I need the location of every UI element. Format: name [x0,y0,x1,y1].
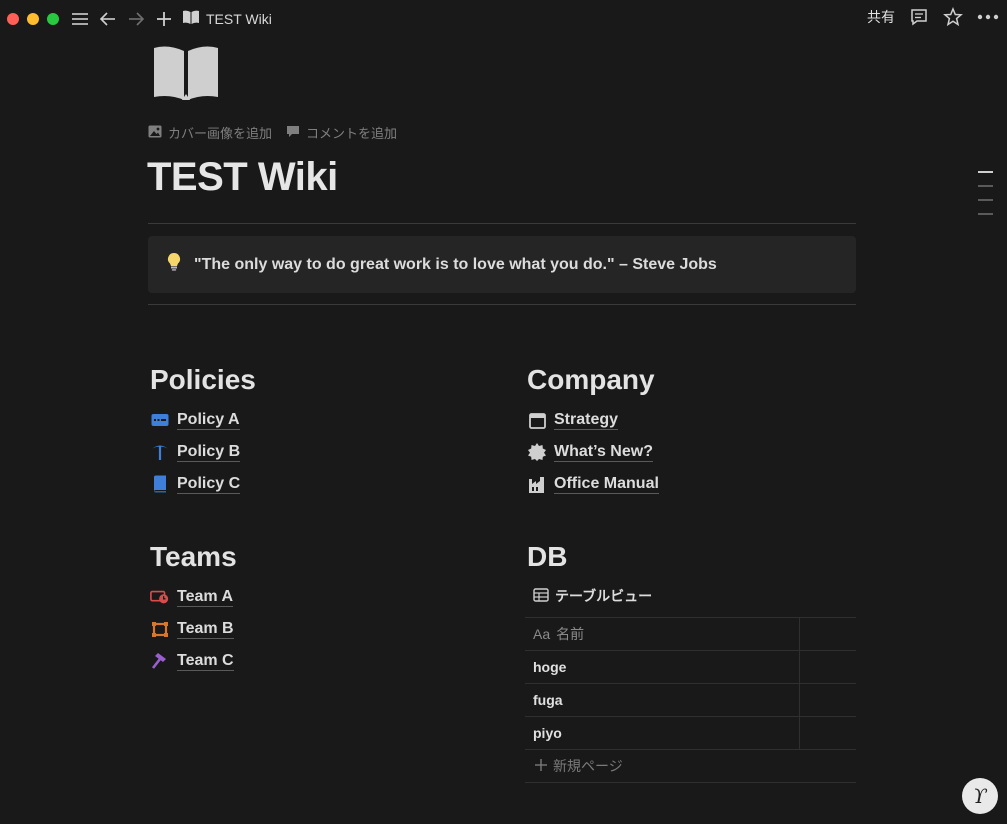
team-c-label: Team C [177,652,234,671]
table-row[interactable]: piyo [525,716,856,749]
link-team-b[interactable]: Team B [150,613,237,645]
toc-line[interactable] [978,185,993,187]
comment-bubble-icon [286,125,300,141]
add-cover-button[interactable]: カバー画像を追加 [148,123,272,142]
text-type-icon: Aa [533,626,551,642]
back-arrow-icon[interactable] [94,8,122,30]
link-whats-new[interactable]: What’s New? [527,436,659,468]
teams-heading: Teams [150,541,237,572]
forward-arrow-icon[interactable] [122,8,150,30]
toolbar-right: 共有 [867,7,999,27]
minimize-window-button[interactable] [27,13,39,25]
factory-icon [527,474,547,494]
badge-icon [527,442,547,462]
strategy-label: Strategy [554,411,619,430]
table-icon [533,587,549,605]
help-button[interactable]: ϒ [962,778,998,814]
office-manual-label: Office Manual [554,475,659,494]
new-page-row-button[interactable]: 新規ページ [525,749,856,783]
policy-c-label: Policy C [177,475,241,494]
hammer-icon [150,651,170,671]
toc-line[interactable] [978,213,993,215]
palm-tree-icon [150,442,170,462]
lightbulb-icon [166,252,182,277]
share-button[interactable]: 共有 [867,7,895,27]
zoom-window-button[interactable] [47,13,59,25]
add-comment-button[interactable]: コメントを追加 [286,123,397,142]
db-view-tab[interactable]: テーブルビュー [533,581,856,611]
title-bar: TEST Wiki 共有 [0,0,1007,38]
table-cell-empty[interactable] [800,651,856,683]
calendar-icon [527,410,547,430]
breadcrumb-title: TEST Wiki [206,11,272,27]
comment-icon[interactable] [909,7,929,27]
company-section: Company Strategy What’s New? Office Manu… [527,364,659,500]
team-b-label: Team B [177,620,234,639]
sidebar-menu-icon[interactable] [66,8,94,30]
policy-b-label: Policy B [177,443,241,462]
link-policy-a[interactable]: Policy A [150,404,256,436]
table-cell-empty[interactable] [800,684,856,716]
money-clock-icon [150,587,170,607]
column-header-name[interactable]: Aa 名前 [525,618,800,650]
toc-line[interactable] [978,171,993,173]
whats-new-label: What’s New? [554,443,653,462]
link-office-manual[interactable]: Office Manual [527,468,659,500]
table-row[interactable]: fuga [525,683,856,716]
link-team-c[interactable]: Team C [150,645,237,677]
book-icon [150,474,170,494]
link-strategy[interactable]: Strategy [527,404,659,436]
column-header-empty[interactable] [800,618,856,650]
db-heading: DB [527,541,568,572]
table-cell-name[interactable]: fuga [525,684,800,716]
id-card-icon [150,410,170,430]
link-team-a[interactable]: Team A [150,581,237,613]
db-table: Aa 名前 hoge fuga piyo 新規ページ [525,617,856,783]
frame-icon [150,619,170,639]
add-cover-label: カバー画像を追加 [168,126,273,141]
table-of-contents-indicator[interactable] [978,171,993,215]
new-page-label: 新規ページ [553,758,623,774]
assistant-icon: ϒ [973,784,987,808]
divider [148,304,856,305]
teams-section: Teams Team A Team B Team C [150,541,237,677]
add-comment-label: コメントを追加 [306,126,398,141]
policies-heading: Policies [150,364,256,395]
column-name-label: 名前 [556,626,585,642]
table-cell-empty[interactable] [800,717,856,749]
link-policy-c[interactable]: Policy C [150,468,256,500]
page-title[interactable]: TEST Wiki [147,155,338,200]
new-page-plus-icon[interactable] [150,8,178,30]
page-meta-actions: カバー画像を追加 コメントを追加 [148,123,397,142]
policies-section: Policies Policy A Policy B Policy C [150,364,256,500]
quote-callout[interactable]: "The only way to do great work is to lov… [148,236,856,293]
table-cell-name[interactable]: hoge [525,651,800,683]
link-policy-b[interactable]: Policy B [150,436,256,468]
table-header-row: Aa 名前 [525,617,856,650]
policy-a-label: Policy A [177,411,240,430]
close-window-button[interactable] [7,13,19,25]
toolbar-left: TEST Wiki [66,8,272,30]
breadcrumb[interactable]: TEST Wiki [182,10,272,28]
more-options-icon[interactable] [977,14,999,20]
favorite-star-icon[interactable] [943,7,963,27]
page-book-icon[interactable] [152,44,220,102]
book-icon [182,10,200,28]
quote-text: "The only way to do great work is to lov… [194,255,717,273]
table-row[interactable]: hoge [525,650,856,683]
divider [148,223,856,224]
db-section: DB テーブルビュー Aa 名前 hoge fuga piyo 新規ページ [525,541,856,783]
team-a-label: Team A [177,588,234,607]
company-heading: Company [527,364,655,395]
toc-line[interactable] [978,199,993,201]
table-cell-name[interactable]: piyo [525,717,800,749]
plus-icon [535,758,547,774]
db-view-label: テーブルビュー [555,588,653,604]
image-icon [148,125,162,141]
window-controls [7,13,59,25]
